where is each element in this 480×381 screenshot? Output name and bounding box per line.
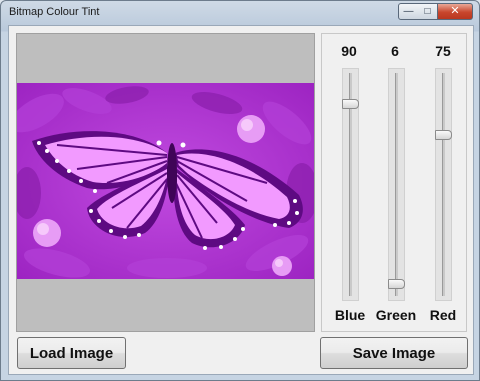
red-slider[interactable] (435, 68, 452, 301)
client-area: 90 6 75 Blue Green Red Load Image Save I… (8, 25, 474, 375)
close-icon: ✕ (450, 5, 460, 17)
blue-slider-thumb[interactable] (342, 99, 359, 110)
app-window: Bitmap Colour Tint — □ ✕ 90 6 75 Blue Gr… (0, 0, 480, 381)
picture-box (16, 33, 315, 332)
red-label: Red (429, 307, 457, 323)
butterfly-image (17, 83, 314, 279)
tint-slider-panel: 90 6 75 Blue Green Red (321, 33, 467, 332)
window-title: Bitmap Colour Tint (9, 6, 100, 18)
maximize-button[interactable]: □ (418, 3, 438, 20)
green-value: 6 (391, 43, 399, 59)
green-slider[interactable] (388, 68, 405, 301)
green-label: Green (375, 307, 417, 323)
green-slider-thumb[interactable] (388, 279, 405, 290)
close-button[interactable]: ✕ (438, 3, 473, 20)
blue-label: Blue (334, 307, 366, 323)
minimize-icon: — (403, 5, 414, 17)
red-slider-thumb[interactable] (435, 130, 452, 141)
red-value: 75 (435, 43, 451, 59)
blue-value: 90 (341, 43, 357, 59)
title-bar[interactable]: Bitmap Colour Tint — □ ✕ (1, 1, 479, 25)
save-image-button[interactable]: Save Image (320, 337, 468, 369)
load-image-button[interactable]: Load Image (17, 337, 126, 369)
maximize-icon: □ (424, 5, 431, 17)
blue-slider[interactable] (342, 68, 359, 301)
minimize-button[interactable]: — (398, 3, 419, 20)
